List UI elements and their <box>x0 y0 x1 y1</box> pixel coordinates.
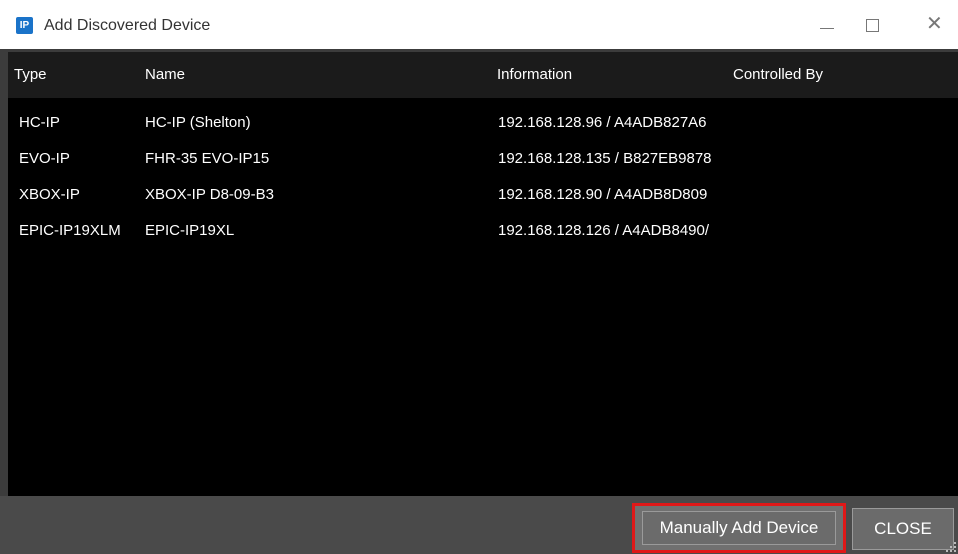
cell-information: 192.168.128.135 / B827EB9878 <box>498 150 712 167</box>
manual-add-highlight: Manually Add Device <box>632 503 846 553</box>
column-header-type[interactable]: Type <box>14 66 47 84</box>
maximize-icon <box>866 19 879 32</box>
minimize-button[interactable] <box>803 0 849 49</box>
table-row[interactable]: EVO-IP FHR-35 EVO-IP15 192.168.128.135 /… <box>8 142 958 178</box>
cell-information: 192.168.128.90 / A4ADB8D809 <box>498 186 708 203</box>
cell-name: XBOX-IP D8-09-B3 <box>145 186 274 203</box>
cell-type: HC-IP <box>19 114 60 131</box>
cell-information: 192.168.128.126 / A4ADB8490/ <box>498 222 710 239</box>
cell-type: XBOX-IP <box>19 186 80 203</box>
column-header-controlled-by[interactable]: Controlled By <box>733 66 823 84</box>
cell-name: FHR-35 EVO-IP15 <box>145 150 270 167</box>
maximize-button[interactable] <box>849 0 895 49</box>
table-row[interactable]: XBOX-IP XBOX-IP D8-09-B3 192.168.128.90 … <box>8 178 958 214</box>
app-logo-icon: IP <box>16 17 33 34</box>
cell-type: EPIC-IP19XLM <box>19 222 121 239</box>
cell-name: HC-IP (Shelton) <box>145 114 251 131</box>
window-close-button[interactable]: ✕ <box>912 0 958 49</box>
table-header: Type Name Information Controlled By <box>8 52 958 98</box>
minimize-icon <box>820 28 834 29</box>
device-table: HC-IP HC-IP (Shelton) 192.168.128.96 / A… <box>8 98 958 496</box>
close-icon: ✕ <box>926 11 943 35</box>
close-button[interactable]: CLOSE <box>852 508 954 550</box>
column-header-name[interactable]: Name <box>145 66 185 84</box>
table-row[interactable]: HC-IP HC-IP (Shelton) 192.168.128.96 / A… <box>8 106 958 142</box>
manually-add-device-button[interactable]: Manually Add Device <box>642 511 836 545</box>
resize-grip-icon[interactable] <box>946 542 956 552</box>
cell-type: EVO-IP <box>19 150 70 167</box>
cell-information: 192.168.128.96 / A4ADB827A6 <box>498 114 707 131</box>
window-title: Add Discovered Device <box>44 17 211 34</box>
title-bar: IP Add Discovered Device ✕ <box>0 0 958 49</box>
cell-name: EPIC-IP19XL <box>145 222 235 239</box>
table-row[interactable]: EPIC-IP19XLM EPIC-IP19XL 192.168.128.126… <box>8 214 958 250</box>
column-header-information[interactable]: Information <box>497 66 572 84</box>
